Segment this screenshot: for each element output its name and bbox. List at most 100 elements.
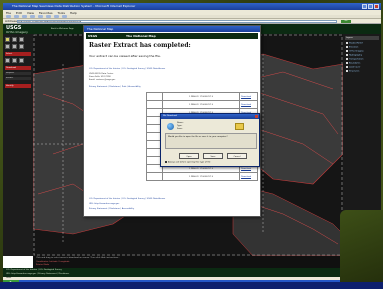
close-button[interactable] bbox=[374, 4, 379, 9]
window-controls bbox=[362, 4, 379, 9]
dialog-close-icon[interactable] bbox=[255, 115, 258, 118]
layer-item[interactable]: Transportation bbox=[346, 58, 379, 61]
popup-links-top[interactable]: U.S. Department of the Interior | U.S. G… bbox=[89, 68, 165, 70]
coordinates-readout: Coordinates: Latitude / Longitude bbox=[36, 261, 70, 263]
download-link[interactable]: Download bbox=[239, 92, 258, 101]
save-button[interactable]: Save bbox=[203, 153, 223, 159]
tool-section-download[interactable]: Download bbox=[5, 66, 31, 70]
tool-section-request[interactable]: Request bbox=[5, 72, 31, 75]
footer-links[interactable]: U.S. Department of the Interior | U.S. G… bbox=[6, 269, 62, 271]
back-icon[interactable] bbox=[6, 15, 11, 18]
tool-section-select[interactable]: Select bbox=[5, 52, 31, 56]
open-button[interactable]: Open bbox=[179, 153, 199, 159]
extract-message: Your extract can be viewed after saving … bbox=[89, 54, 161, 58]
map-instructions: Click and drag to select areas to downlo… bbox=[36, 257, 120, 259]
back-to-welcome-link[interactable]: Back to Welcome Page bbox=[51, 28, 74, 30]
footer-url[interactable]: URL: http://seamless.usgs.gov | Privacy … bbox=[6, 273, 69, 275]
favorites-icon[interactable] bbox=[54, 15, 59, 18]
refresh-icon[interactable] bbox=[30, 15, 35, 18]
row-size bbox=[146, 172, 163, 181]
zoom-in-icon[interactable] bbox=[5, 37, 10, 42]
address-line[interactable]: Email: custserv@usgs.gov bbox=[89, 79, 115, 82]
select-box-icon[interactable] bbox=[5, 58, 10, 63]
tool-row bbox=[5, 37, 31, 43]
download-link[interactable]: Download bbox=[239, 172, 258, 181]
checkbox-icon[interactable] bbox=[346, 46, 348, 48]
menu-favorites[interactable]: Favorites bbox=[39, 11, 53, 15]
menu-view[interactable]: View bbox=[27, 11, 34, 15]
search-icon[interactable] bbox=[46, 15, 51, 18]
browser-screen: The National Map Seamless Data Distribut… bbox=[3, 3, 381, 282]
download-row: 1 (MB/s/1) 170050707.SDownload bbox=[146, 172, 258, 181]
checkbox-icon[interactable] bbox=[346, 70, 348, 72]
map-footer: Click and drag to select areas to downlo… bbox=[33, 256, 343, 268]
layer-item[interactable]: Land Cover bbox=[346, 66, 379, 69]
tool-row bbox=[5, 58, 31, 64]
layer-item[interactable]: Structures bbox=[346, 70, 379, 73]
layer-item[interactable]: Shaded Relief bbox=[346, 42, 379, 45]
tool-section-extract[interactable]: Extract bbox=[5, 77, 31, 80]
dialog-title: File Download bbox=[161, 114, 259, 119]
dialog-name-label: Name: bbox=[177, 122, 184, 124]
popup-usgs-logo[interactable]: USGS bbox=[88, 34, 97, 38]
checkbox-icon[interactable] bbox=[346, 54, 348, 56]
clear-selection-icon[interactable] bbox=[19, 58, 24, 63]
checkbox-icon[interactable] bbox=[165, 161, 167, 163]
popup-links-bottom[interactable]: U.S. Department of the Interior | U.S. G… bbox=[89, 198, 165, 200]
maximize-button[interactable] bbox=[368, 4, 373, 9]
always-ask-checkbox[interactable]: Always ask before opening this type of f… bbox=[165, 161, 211, 164]
folder-icon bbox=[235, 123, 244, 130]
checkbox-icon[interactable] bbox=[346, 66, 348, 68]
tool-section-identify[interactable]: Identify bbox=[5, 84, 31, 88]
layer-item[interactable]: Ortho Imagery bbox=[346, 50, 379, 53]
menu-help[interactable]: Help bbox=[70, 11, 77, 15]
stop-icon[interactable] bbox=[22, 15, 27, 18]
layers-header: Layers bbox=[345, 36, 379, 40]
row-file: 1 (MB/s/1) 170050707.S bbox=[161, 172, 241, 181]
row-file: 1 (MB/s/1) 170050707.S bbox=[161, 92, 241, 101]
download-row: 1 (MB/s/1) 170050707.SDownload bbox=[146, 100, 258, 109]
address-input[interactable]: http://extract.cr.usgs.gov/Website/distr… bbox=[17, 20, 337, 23]
dialog-question-box: Would you like to open the file or save … bbox=[165, 133, 257, 149]
measure-icon[interactable] bbox=[19, 44, 24, 49]
dialog-question: Would you like to open the file or save … bbox=[168, 136, 228, 138]
row-file: 1 (MB/s/1) 170050707.S bbox=[161, 100, 241, 109]
row-size bbox=[146, 92, 163, 101]
menu-edit[interactable]: Edit bbox=[16, 11, 22, 15]
zoom-out-icon[interactable] bbox=[12, 37, 17, 42]
minimize-button[interactable] bbox=[362, 4, 367, 9]
download-link[interactable]: Download bbox=[239, 100, 258, 109]
layer-item[interactable]: Hydrography bbox=[346, 54, 379, 57]
print-icon[interactable] bbox=[62, 15, 67, 18]
checkbox-icon[interactable] bbox=[346, 42, 348, 44]
checkbox-icon[interactable] bbox=[346, 58, 348, 60]
forward-icon[interactable] bbox=[14, 15, 19, 18]
layer-item[interactable]: Boundaries bbox=[346, 62, 379, 65]
chair-back bbox=[340, 210, 383, 289]
map-tools-panel: Select Download Request Extract Identify bbox=[3, 34, 33, 256]
popup-banner: USGS The National Map bbox=[86, 33, 258, 39]
browser-title-bar: The National Map Seamless Data Distribut… bbox=[3, 3, 381, 10]
row-size bbox=[146, 100, 163, 109]
layer-item[interactable]: Elevation bbox=[346, 46, 379, 49]
checkbox-icon[interactable] bbox=[346, 62, 348, 64]
globe-icon bbox=[167, 123, 174, 130]
checkbox-icon[interactable] bbox=[346, 50, 348, 52]
dialog-type-label: Type: bbox=[177, 125, 183, 127]
file-download-dialog: File Download Name: Type: From: Would yo… bbox=[160, 113, 260, 167]
go-button[interactable]: Go bbox=[341, 20, 351, 23]
cancel-button[interactable]: Cancel bbox=[227, 153, 247, 159]
menu-file[interactable]: File bbox=[6, 11, 11, 15]
browser-title: The National Map Seamless Data Distribut… bbox=[12, 4, 136, 8]
identify-icon[interactable] bbox=[12, 44, 17, 49]
select-polygon-icon[interactable] bbox=[12, 58, 17, 63]
full-extent-icon[interactable] bbox=[5, 44, 10, 49]
menu-tools[interactable]: Tools bbox=[58, 11, 65, 15]
pan-icon[interactable] bbox=[19, 37, 24, 42]
extract-heading: Raster Extract has completed: bbox=[89, 42, 191, 49]
popup-links-mid[interactable]: Privacy Statement | Disclaimer | Print |… bbox=[89, 86, 141, 88]
home-icon[interactable] bbox=[38, 15, 43, 18]
popup-url[interactable]: URL: http://seamless.usgs.gov bbox=[89, 203, 119, 205]
pointer-mode: Pointer Mode bbox=[36, 264, 50, 266]
popup-links-legal[interactable]: Privacy Statement | Disclaimer | Accessi… bbox=[89, 208, 134, 210]
